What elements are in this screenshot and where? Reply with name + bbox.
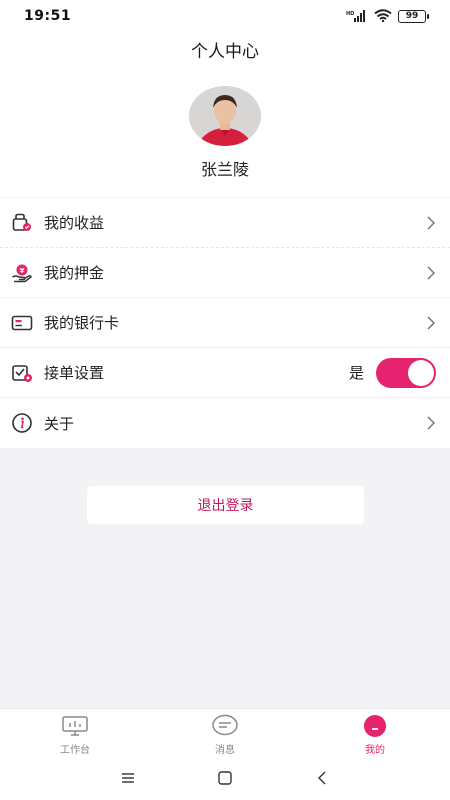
menu-item-deposit[interactable]: ¥ 我的押金 (0, 248, 450, 298)
menu-item-earnings[interactable]: 我的收益 (0, 198, 450, 248)
menu-icon[interactable] (118, 768, 138, 788)
menu-item-label: 我的银行卡 (44, 314, 120, 332)
bottom-tab-bar: 工作台 消息 我的 (0, 708, 450, 756)
toggle-knob (408, 359, 434, 386)
tab-messages[interactable]: 消息 (150, 709, 300, 756)
status-bar: 19:51 HD 99 (0, 0, 450, 32)
toggle-value: 是 (348, 364, 364, 382)
message-icon (211, 714, 239, 738)
settings-menu: 我的收益 ¥ 我的押金 我的银行卡 接单设置 是 关于 (0, 198, 450, 448)
menu-item-about[interactable]: 关于 (0, 398, 450, 448)
chevron-right-icon (426, 215, 436, 231)
menu-item-label: 接单设置 (44, 364, 105, 382)
tab-label: 我的 (365, 745, 385, 756)
wifi-icon (374, 7, 392, 26)
screen: 19:51 HD 99 个人中心 张兰陵 我的收益 ¥ 我的押金 我的银行卡 接… (0, 0, 450, 800)
svg-text:¥: ¥ (20, 266, 25, 274)
avatar[interactable] (189, 86, 261, 146)
page-title: 个人中心 (191, 42, 259, 62)
profile-icon (361, 714, 389, 738)
tab-label: 消息 (215, 745, 235, 756)
deposit-icon: ¥ (11, 262, 33, 284)
chevron-right-icon (426, 265, 436, 281)
chevron-right-icon (426, 415, 436, 431)
workbench-icon (61, 714, 89, 738)
info-icon (11, 412, 33, 434)
menu-item-order-settings: 接单设置 是 (0, 348, 450, 398)
back-icon[interactable] (312, 768, 332, 788)
menu-item-label: 我的收益 (44, 214, 105, 232)
menu-item-label: 关于 (44, 414, 75, 433)
tab-label: 工作台 (60, 745, 90, 756)
svg-text:HD: HD (346, 11, 354, 17)
user-name: 张兰陵 (200, 160, 249, 179)
logout-button[interactable]: 退出登录 (87, 486, 364, 524)
tab-profile[interactable]: 我的 (300, 709, 450, 756)
home-icon[interactable] (215, 768, 235, 788)
profile-header: 个人中心 张兰陵 (0, 32, 450, 197)
status-time: 19:51 (24, 8, 72, 24)
order-settings-icon (11, 362, 33, 384)
chevron-right-icon (426, 315, 436, 331)
menu-item-bank-card[interactable]: 我的银行卡 (0, 298, 450, 348)
bank-card-icon (11, 312, 33, 334)
system-nav-bar (0, 756, 450, 800)
status-icons: HD 99 (346, 7, 429, 26)
earnings-icon (11, 212, 33, 234)
menu-item-label: 我的押金 (44, 264, 105, 282)
tab-workbench[interactable]: 工作台 (0, 709, 150, 756)
order-toggle-switch[interactable] (376, 357, 436, 388)
battery-icon: 99 (398, 9, 429, 23)
signal-icon: HD (346, 7, 368, 26)
